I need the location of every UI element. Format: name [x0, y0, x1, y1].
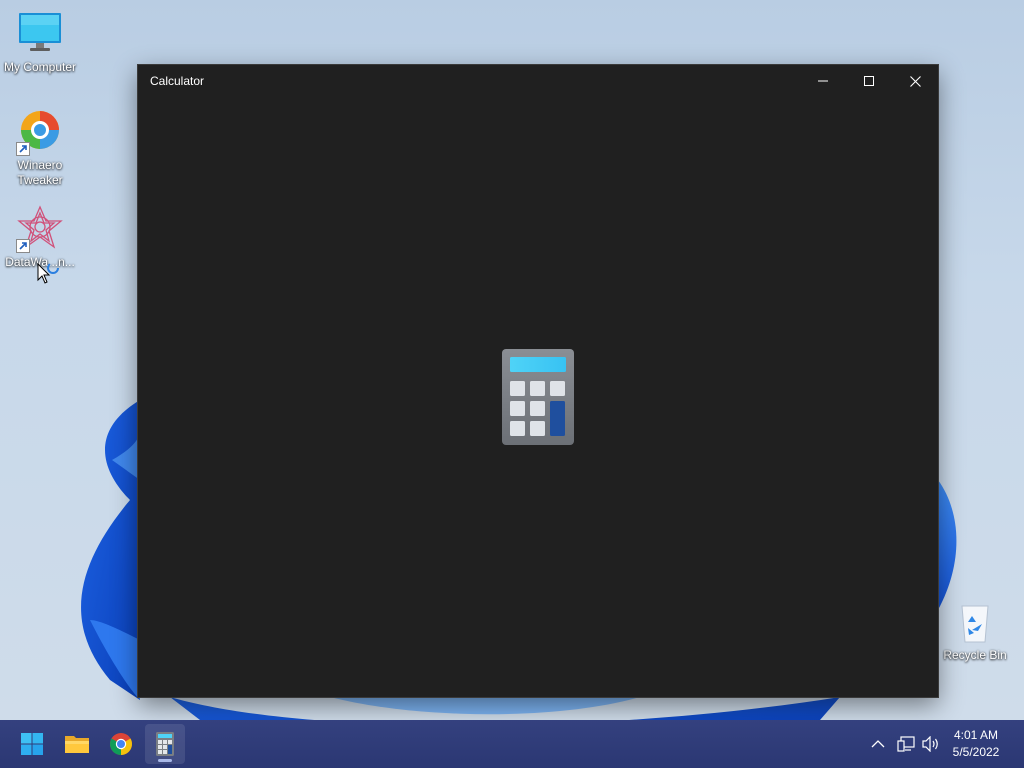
desktop-icon-recycle-bin[interactable]: Recycle Bin [935, 598, 1015, 663]
desktop-icon-label: Recycle Bin [943, 648, 1007, 662]
winaero-tweaker-icon [16, 108, 64, 156]
taskbar: 4:01 AM 5/5/2022 [0, 720, 1024, 768]
taskbar-calculator[interactable] [145, 724, 185, 764]
desktop-icon-label: My Computer [3, 60, 77, 74]
window-title: Calculator [150, 74, 205, 88]
datawarrior-icon [16, 205, 64, 253]
maximize-button[interactable] [846, 65, 892, 97]
folder-icon [65, 736, 89, 753]
start-button[interactable] [12, 724, 52, 764]
desktop-icon-label: Winaero Tweaker [17, 158, 63, 187]
desktop: My Computer Winaero Tweaker DataWa...n..… [0, 0, 1024, 720]
desktop-icon-winaero-tweaker[interactable]: Winaero Tweaker [0, 108, 80, 188]
close-button[interactable] [892, 65, 938, 97]
calculator-icon [502, 349, 574, 445]
mouse-pointer-icon [37, 263, 59, 284]
recycle-bin-icon [951, 598, 999, 646]
minimize-icon [818, 80, 828, 82]
taskbar-file-explorer[interactable] [57, 724, 97, 764]
clock-time: 4:01 AM [953, 728, 999, 742]
shortcut-arrow-icon [16, 142, 30, 156]
shortcut-arrow-icon [16, 239, 30, 253]
windows-logo-icon [21, 733, 43, 755]
volume-icon [922, 736, 938, 752]
calculator-window[interactable]: Calculator [138, 65, 938, 697]
desktop-icon-my-computer[interactable]: My Computer [0, 10, 80, 75]
calculator-icon [156, 732, 174, 756]
taskbar-chrome[interactable] [101, 724, 141, 764]
network-icon [897, 736, 915, 752]
show-hidden-icons-button[interactable] [866, 732, 890, 756]
clock-date: 5/5/2022 [952, 745, 1000, 759]
minimize-button[interactable] [800, 65, 846, 97]
chrome-icon [110, 733, 132, 755]
monitor-icon [16, 10, 64, 58]
maximize-icon [864, 76, 874, 86]
chevron-up-icon [871, 740, 885, 748]
active-app-indicator [158, 759, 172, 762]
desktop-icon-datawarrior[interactable]: DataWa...n... [0, 205, 80, 270]
system-clock[interactable]: 4:01 AM 5/5/2022 [944, 727, 1008, 761]
network-button[interactable] [894, 732, 918, 756]
title-bar[interactable]: Calculator [138, 65, 938, 97]
close-icon [909, 75, 921, 87]
volume-button[interactable] [919, 732, 943, 756]
